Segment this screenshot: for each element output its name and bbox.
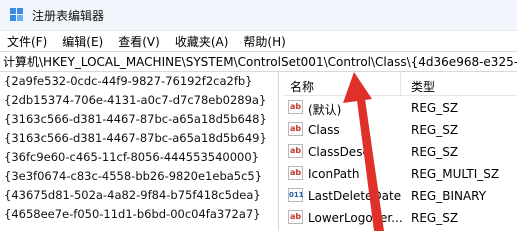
string-value-icon: ab	[288, 210, 303, 224]
registry-editor-icon	[10, 8, 24, 22]
value-name: IconPath	[308, 167, 360, 181]
tree-item[interactable]: {3163c566-d381-4467-87bc-a65a18d5b649}	[0, 129, 278, 148]
menu-file[interactable]: 文件(F)	[0, 33, 55, 50]
value-type: REG_SZ	[411, 123, 459, 137]
value-type: REG_SZ	[411, 211, 459, 225]
menu-edit[interactable]: 编辑(E)	[55, 33, 111, 50]
address-path[interactable]: 计算机\HKEY_LOCAL_MACHINE\SYSTEM\ControlSet…	[3, 53, 517, 70]
values-pane: 名称 类型 ab (默认) REG_SZ ab Class REG_SZ ab …	[283, 72, 517, 231]
tree-item[interactable]: {4658ee7e-f050-11d1-b6bd-00c04fa372a7}	[0, 205, 278, 224]
tree-item[interactable]: {3e3f0674-c83c-4558-bb26-9820e1eba5c5}	[0, 167, 278, 186]
value-row[interactable]: 011 LastDeleteDate REG_BINARY	[283, 186, 517, 207]
string-value-icon: ab	[288, 122, 303, 136]
value-name: LastDeleteDate	[308, 189, 402, 203]
value-name: ClassDesc	[308, 145, 370, 159]
menu-help[interactable]: 帮助(H)	[236, 33, 293, 50]
tree-item[interactable]: {2db15374-706e-4131-a0c7-d7c78eb0289a}	[0, 91, 278, 110]
column-header: 名称 类型	[283, 72, 517, 96]
column-divider[interactable]	[400, 72, 401, 96]
value-row[interactable]: ab (默认) REG_SZ	[283, 98, 517, 119]
menu-favorites[interactable]: 收藏夹(A)	[168, 33, 237, 50]
string-value-icon: ab	[288, 100, 303, 114]
string-value-icon: ab	[288, 144, 303, 158]
value-type: REG_MULTI_SZ	[411, 167, 500, 181]
tree-item[interactable]: {36fc9e60-c465-11cf-8056-444553540000}	[0, 148, 278, 167]
value-name: (默认)	[308, 103, 342, 117]
value-row[interactable]: ab Class REG_SZ	[283, 120, 517, 141]
address-bar[interactable]: 计算机\HKEY_LOCAL_MACHINE\SYSTEM\ControlSet…	[0, 51, 517, 72]
value-type: REG_BINARY	[411, 189, 487, 203]
column-type-header[interactable]: 类型	[411, 78, 435, 95]
column-name-header[interactable]: 名称	[290, 78, 314, 95]
tree-pane: {2a9fe532-0cdc-44f9-9827-76192f2ca2fb} {…	[0, 72, 279, 231]
menu-view[interactable]: 查看(V)	[111, 33, 168, 50]
title-bar: 注册表编辑器	[0, 0, 517, 31]
tree-item[interactable]: {3163c566-d381-4467-87bc-a65a18d5b648}	[0, 110, 278, 129]
tree-item[interactable]: {43675d81-502a-4a82-9f84-b75f418c5dea}	[0, 186, 278, 205]
menu-bar: 文件(F) 编辑(E) 查看(V) 收藏夹(A) 帮助(H)	[0, 31, 517, 51]
binary-value-icon: 011	[288, 188, 304, 202]
tree-item[interactable]: {2a9fe532-0cdc-44f9-9827-76192f2ca2fb}	[0, 72, 278, 91]
value-name: Class	[308, 123, 340, 137]
value-row[interactable]: ab LowerLogoVer... REG_SZ	[283, 208, 517, 229]
string-value-icon: ab	[288, 166, 303, 180]
window-title: 注册表编辑器	[32, 8, 105, 23]
value-row[interactable]: ab ClassDesc REG_SZ	[283, 142, 517, 163]
value-row[interactable]: ab IconPath REG_MULTI_SZ	[283, 164, 517, 185]
value-name: LowerLogoVer...	[308, 211, 403, 225]
value-type: REG_SZ	[411, 101, 459, 115]
value-type: REG_SZ	[411, 145, 459, 159]
